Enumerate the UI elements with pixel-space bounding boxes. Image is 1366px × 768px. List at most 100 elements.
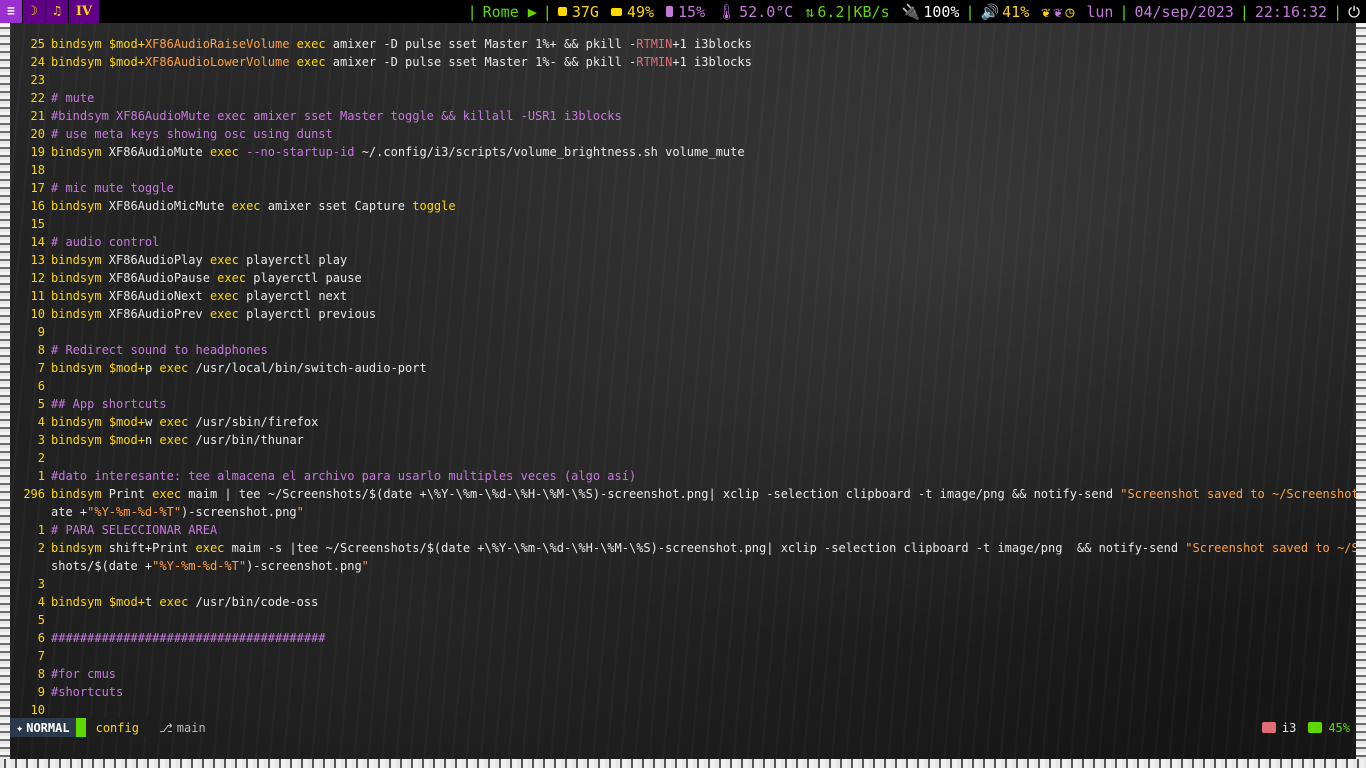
- workspace-3-icon[interactable]: ♫: [46, 0, 69, 23]
- code-line[interactable]: 7 bindsym $mod+p exec /usr/local/bin/swit…: [10, 359, 1356, 377]
- code-line[interactable]: 10 bindsym XF86AudioPrev exec playerctl p…: [10, 305, 1356, 323]
- code-line[interactable]: 22 # mute: [10, 89, 1356, 107]
- code-line[interactable]: 19 bindsym XF86AudioMute exec --no-startu…: [10, 143, 1356, 161]
- line-text: ate +"%Y-%m-%d-%T")-screenshot.png": [51, 505, 304, 519]
- code-line[interactable]: 2 bindsym shift+Print exec maim -s |tee ~…: [10, 539, 1356, 557]
- memory-value: 49%: [626, 2, 655, 21]
- code-line[interactable]: 18: [10, 161, 1356, 179]
- cpu-block[interactable]: 15%: [660, 3, 711, 21]
- network-block[interactable]: ⇅ 6.2|KB/s: [799, 3, 895, 21]
- line-number: 24: [30, 55, 45, 69]
- power-icon: ⏻: [1348, 2, 1360, 21]
- code-line[interactable]: 2: [10, 449, 1356, 467]
- file-name-label: config: [95, 720, 139, 735]
- separator: |: [1333, 2, 1343, 21]
- weather-location: Rome ▶: [482, 2, 537, 21]
- code-line[interactable]: 3 bindsym $mod+n exec /usr/bin/thunar: [10, 431, 1356, 449]
- memory-icon: [610, 7, 622, 16]
- code-line[interactable]: 8 # Redirect sound to headphones: [10, 341, 1356, 359]
- code-line[interactable]: 20 # use meta keys showing osc using duns…: [10, 125, 1356, 143]
- line-number: [10, 557, 51, 575]
- code-line[interactable]: 14 # audio control: [10, 233, 1356, 251]
- scroll-percent: 45%: [1302, 721, 1356, 735]
- line-number: 6: [37, 379, 45, 393]
- code-line[interactable]: 1 #dato interesante: tee almacena el arch…: [10, 467, 1356, 485]
- speaker-icon: 🔊: [980, 2, 1000, 21]
- line-text: bindsym $mod+p exec /usr/local/bin/switc…: [51, 361, 427, 375]
- workspace-2-label: ☽: [30, 4, 38, 19]
- branch-label: main: [176, 720, 206, 735]
- temp-block[interactable]: 🌡 52.0°C: [711, 3, 799, 21]
- code-line[interactable]: 9 #shortcuts: [10, 683, 1356, 701]
- thermometer-icon: 🌡: [717, 2, 737, 21]
- line-text: #shortcuts: [51, 685, 124, 699]
- status-blocks: | Rome ▶ | 37G 49% 15% 🌡 52.0°C ⇅ 6.2|KB/s…: [468, 3, 1366, 21]
- code-line[interactable]: 15: [10, 215, 1356, 233]
- code-line[interactable]: 16 bindsym XF86AudioMicMute exec amixer s…: [10, 197, 1356, 215]
- code-line[interactable]: 9: [10, 323, 1356, 341]
- line-number: 20: [30, 127, 45, 141]
- code-line[interactable]: 11 bindsym XF86AudioNext exec playerctl n…: [10, 287, 1356, 305]
- code-line[interactable]: 13 bindsym XF86AudioPlay exec playerctl p…: [10, 251, 1356, 269]
- code-line[interactable]: 21 #bindsym XF86AudioMute exec amixer sse…: [10, 107, 1356, 125]
- code-line[interactable]: 4 bindsym $mod+w exec /usr/sbin/firefox: [10, 413, 1356, 431]
- code-line[interactable]: 6 ######################################: [10, 629, 1356, 647]
- separator: |: [1239, 2, 1249, 21]
- line-text: # mute: [51, 91, 95, 105]
- line-text: #for cmus: [51, 667, 117, 681]
- code-line[interactable]: 3: [10, 575, 1356, 593]
- code-line[interactable]: 1 # PARA SELECCIONAR AREA: [10, 521, 1356, 539]
- disk-block[interactable]: 37G: [552, 3, 605, 21]
- file-icon: [1261, 722, 1276, 733]
- line-number: 15: [30, 217, 45, 231]
- line-number: 10: [30, 307, 45, 321]
- code-line[interactable]: 5: [10, 611, 1356, 629]
- workspace-1-icon[interactable]: ≡: [0, 0, 23, 23]
- workspace-3-label: ♫: [53, 4, 61, 19]
- code-line[interactable]: shots/$(date +"%Y-%m-%d-%T")-screenshot.…: [10, 557, 1356, 575]
- date-block: 04/sep/2023: [1128, 3, 1239, 21]
- editor-statusline: ✦ NORMAL config ⎇ main i3 45%: [10, 718, 1356, 737]
- weather-block[interactable]: Rome ▶: [477, 3, 543, 21]
- line-text: bindsym $mod+XF86AudioRaiseVolume exec a…: [51, 37, 752, 51]
- terminal-window[interactable]: 2 5 bindsym $mod+XF86AudioRaiseVolume exec…: [10, 23, 1356, 759]
- editor-buffer[interactable]: 2 5 bindsym $mod+XF86AudioRaiseVolume exec…: [10, 35, 1356, 719]
- day-block: lun: [1080, 3, 1119, 21]
- cpu-value: 15%: [678, 2, 706, 21]
- vim-icon: ✦: [16, 720, 24, 735]
- workspace-4[interactable]: IV: [69, 0, 100, 23]
- line-number: 17: [30, 181, 45, 195]
- code-line[interactable]: 17 # mic mute toggle: [10, 179, 1356, 197]
- battery-block[interactable]: 🔌 100%: [896, 3, 966, 21]
- line-number: 8: [37, 667, 45, 681]
- code-line[interactable]: 10: [10, 701, 1356, 719]
- line-text: bindsym Print exec maim | tee ~/Screensh…: [51, 487, 1356, 501]
- line-number: 11: [30, 289, 45, 303]
- misc-icons-block[interactable]: ❦ ❦ ◷: [1035, 3, 1080, 21]
- volume-block[interactable]: 🔊 41%: [974, 3, 1035, 21]
- mode-label: NORMAL: [26, 720, 70, 735]
- line-text: # Redirect sound to headphones: [51, 343, 268, 357]
- workspace-2-icon[interactable]: ☽: [23, 0, 46, 23]
- memory-block[interactable]: 49%: [605, 3, 660, 21]
- network-value: 6.2|KB/s: [817, 2, 890, 21]
- line-number: 12: [30, 271, 45, 285]
- code-line[interactable]: ate +"%Y-%m-%d-%T")-screenshot.png": [10, 503, 1356, 521]
- line-number: 3: [37, 577, 45, 591]
- code-line[interactable]: 4 bindsym $mod+t exec /usr/bin/code-oss: [10, 593, 1356, 611]
- code-line[interactable]: 23: [10, 71, 1356, 89]
- separator: |: [467, 2, 477, 21]
- filetype-label: i3: [1281, 720, 1297, 735]
- code-line[interactable]: 12 bindsym XF86AudioPause exec playerctl …: [10, 269, 1356, 287]
- code-line[interactable]: 296 bindsym Print exec maim | tee ~/Scree…: [10, 485, 1356, 503]
- code-line[interactable]: 6: [10, 377, 1356, 395]
- code-line[interactable]: 7: [10, 647, 1356, 665]
- code-line[interactable]: 25 bindsym $mod+XF86AudioRaiseVolume exec…: [10, 35, 1356, 53]
- line-number: 1: [37, 523, 45, 537]
- code-line[interactable]: 8 #for cmus: [10, 665, 1356, 683]
- code-line[interactable]: 24 bindsym $mod+XF86AudioLowerVolume exec…: [10, 53, 1356, 71]
- code-line[interactable]: 5 ## App shortcuts: [10, 395, 1356, 413]
- power-button[interactable]: ⏻: [1342, 3, 1366, 21]
- day-value: lun: [1086, 2, 1114, 21]
- wallpaper-edge-bottom: [0, 759, 1366, 768]
